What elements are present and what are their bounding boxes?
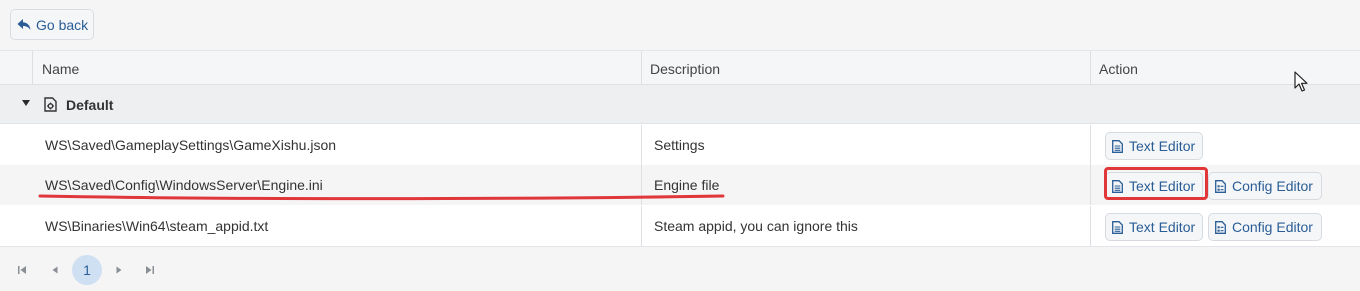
file-description: Steam appid, you can ignore this bbox=[654, 218, 858, 234]
document-icon bbox=[1112, 179, 1123, 193]
column-divider bbox=[641, 125, 642, 165]
text-editor-button[interactable]: Text Editor bbox=[1105, 172, 1203, 200]
column-divider bbox=[641, 206, 642, 247]
first-page-button[interactable] bbox=[14, 247, 30, 291]
config-file-icon bbox=[1215, 220, 1226, 234]
column-divider bbox=[1090, 206, 1091, 247]
column-divider bbox=[1090, 165, 1091, 205]
previous-page-button[interactable] bbox=[47, 247, 63, 291]
document-icon bbox=[1112, 139, 1123, 153]
text-editor-label: Text Editor bbox=[1129, 138, 1196, 154]
column-divider bbox=[1090, 51, 1091, 85]
column-header-action[interactable]: Action bbox=[1090, 51, 1138, 85]
table-row: WS\Binaries\Win64\steam_appid.txt Steam … bbox=[0, 206, 1360, 246]
text-editor-button[interactable]: Text Editor bbox=[1105, 132, 1203, 160]
config-editor-label: Config Editor bbox=[1232, 219, 1313, 235]
last-page-button[interactable] bbox=[142, 247, 158, 291]
toolbar: Go back bbox=[0, 0, 1360, 50]
page-number-current[interactable]: 1 bbox=[72, 255, 102, 285]
chevron-left-icon bbox=[52, 266, 58, 273]
column-divider bbox=[32, 51, 33, 85]
config-file-icon bbox=[1215, 179, 1226, 193]
text-editor-label: Text Editor bbox=[1129, 178, 1196, 194]
file-description: Settings bbox=[654, 137, 705, 153]
chevron-right-icon bbox=[116, 266, 122, 273]
file-table: Name Description Action Default WS\Saved… bbox=[0, 50, 1360, 247]
file-name: WS\Saved\GameplaySettings\GameXishu.json bbox=[45, 137, 337, 153]
collapse-caret-icon[interactable] bbox=[22, 100, 30, 106]
column-divider bbox=[641, 165, 642, 205]
reply-arrow-icon bbox=[17, 19, 31, 30]
file-description: Engine file bbox=[654, 177, 720, 193]
config-editor-button[interactable]: Config Editor bbox=[1208, 213, 1322, 241]
group-row-default[interactable]: Default bbox=[0, 85, 1360, 124]
config-editor-label: Config Editor bbox=[1232, 178, 1313, 194]
column-divider bbox=[641, 51, 642, 85]
table-row: WS\Saved\GameplaySettings\GameXishu.json… bbox=[0, 125, 1360, 165]
group-label: Default bbox=[66, 97, 114, 113]
go-back-label: Go back bbox=[36, 16, 89, 33]
column-header-name[interactable]: Name bbox=[33, 51, 79, 85]
table-row: WS\Saved\Config\WindowsServer\Engine.ini… bbox=[0, 165, 1360, 205]
text-editor-button[interactable]: Text Editor bbox=[1105, 213, 1203, 241]
column-header-description[interactable]: Description bbox=[641, 51, 720, 85]
next-page-button[interactable] bbox=[111, 247, 127, 291]
settings-file-icon bbox=[44, 97, 57, 112]
config-editor-button[interactable]: Config Editor bbox=[1208, 172, 1322, 200]
first-page-icon bbox=[18, 265, 26, 274]
file-name: WS\Saved\Config\WindowsServer\Engine.ini bbox=[45, 177, 323, 193]
table-header: Name Description Action bbox=[0, 51, 1360, 85]
text-editor-label: Text Editor bbox=[1129, 219, 1196, 235]
go-back-button[interactable]: Go back bbox=[10, 9, 94, 40]
pagination: 1 bbox=[0, 246, 1360, 291]
file-name: WS\Binaries\Win64\steam_appid.txt bbox=[45, 218, 269, 234]
document-icon bbox=[1112, 220, 1123, 234]
last-page-icon bbox=[146, 265, 154, 274]
column-divider bbox=[1090, 125, 1091, 165]
